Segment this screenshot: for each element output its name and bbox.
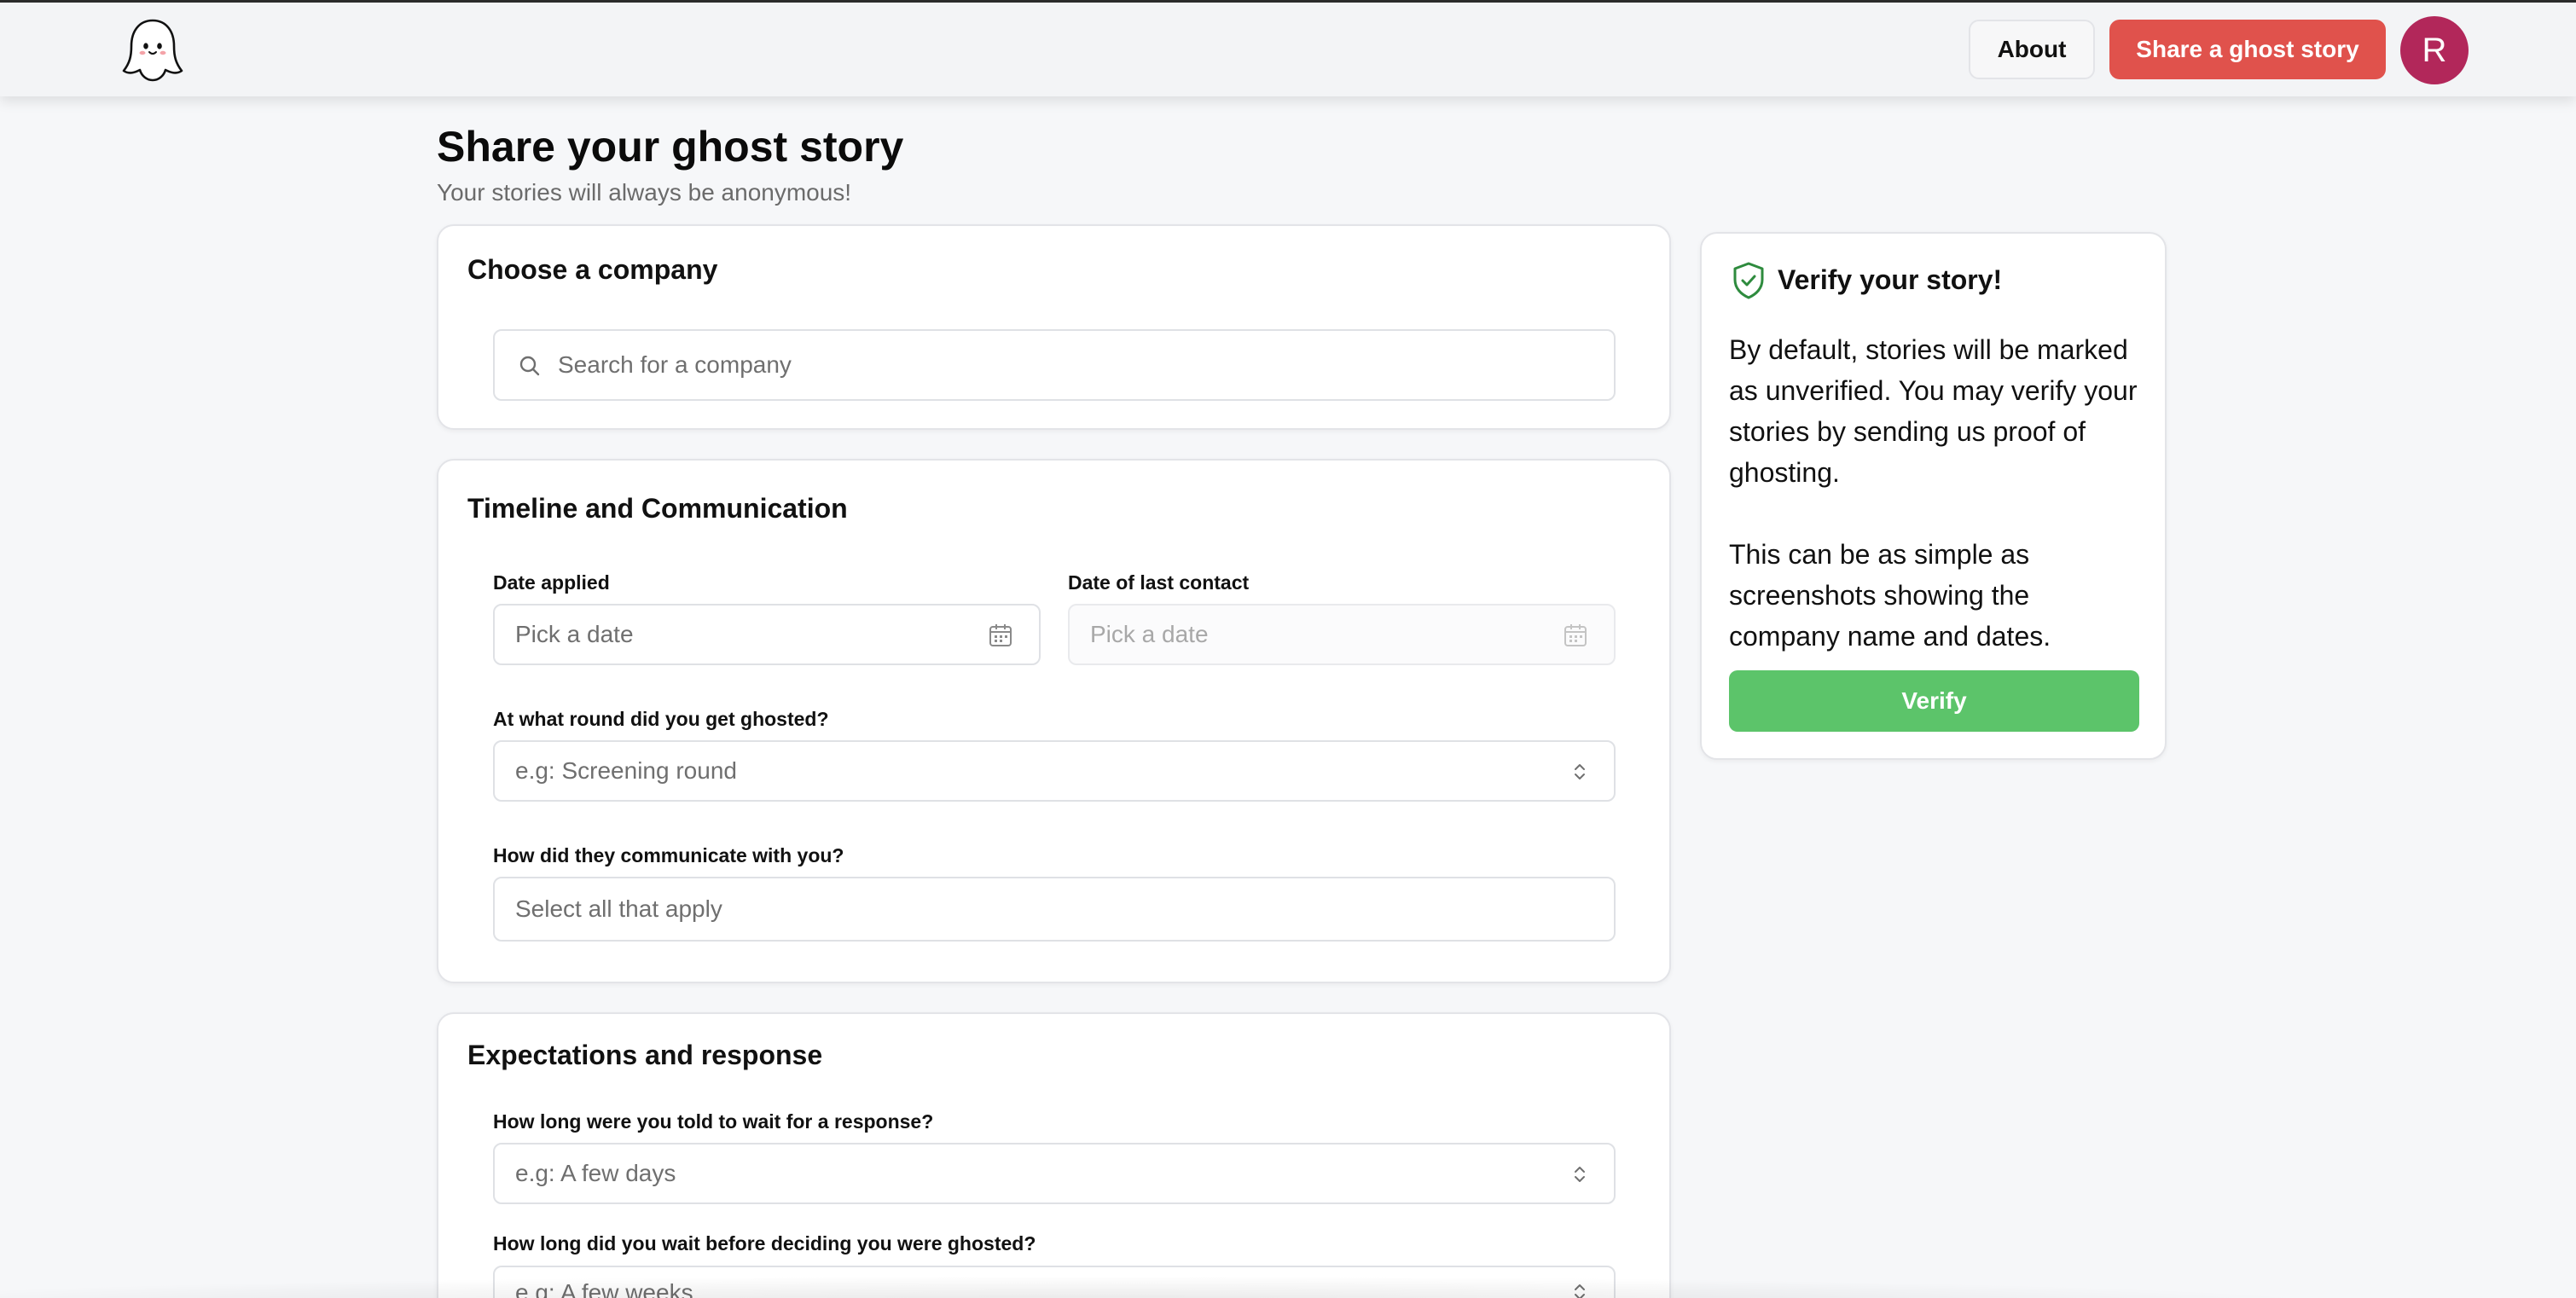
wait-actual-label: How long did you wait before deciding yo… bbox=[493, 1232, 1036, 1255]
wait-told-placeholder: e.g: A few days bbox=[515, 1160, 676, 1186]
chevron-up-down-icon bbox=[1573, 761, 1587, 787]
ghosted-round-label: At what round did you get ghosted? bbox=[493, 708, 829, 730]
verify-card: Verify your story! By default, stories w… bbox=[1700, 232, 2167, 760]
chevron-up-down-icon bbox=[1573, 1281, 1587, 1298]
timeline-card: Timeline and Communication Date applied … bbox=[437, 459, 1671, 983]
page-title: Share your ghost story bbox=[437, 123, 904, 171]
date-applied-label: Date applied bbox=[493, 571, 610, 594]
top-nav: About Share a ghost story R bbox=[0, 3, 2576, 96]
wait-actual-placeholder: e.g: A few weeks bbox=[515, 1279, 693, 1298]
share-ghost-story-button[interactable]: Share a ghost story bbox=[2109, 20, 2386, 79]
ghosted-round-placeholder: e.g: Screening round bbox=[515, 757, 737, 784]
expectations-card: Expectations and response How long were … bbox=[437, 1012, 1671, 1298]
calendar-icon bbox=[1563, 623, 1588, 652]
calendar-icon bbox=[988, 623, 1013, 652]
ghost-icon[interactable] bbox=[121, 18, 184, 84]
about-button[interactable]: About bbox=[1969, 20, 2095, 79]
verify-paragraph-2: This can be as simple as screenshots sho… bbox=[1729, 539, 2051, 652]
company-search-placeholder: Search for a company bbox=[558, 351, 792, 378]
page-subtitle: Your stories will always be anonymous! bbox=[437, 179, 852, 206]
last-contact-picker[interactable]: Pick a date bbox=[1068, 604, 1616, 665]
search-icon bbox=[519, 355, 541, 381]
avatar[interactable]: R bbox=[2400, 16, 2469, 84]
last-contact-placeholder: Pick a date bbox=[1090, 621, 1209, 647]
timeline-card-title: Timeline and Communication bbox=[467, 493, 848, 524]
communication-multiselect[interactable]: Select all that apply bbox=[493, 877, 1616, 942]
expectations-card-title: Expectations and response bbox=[467, 1040, 823, 1070]
chevron-up-down-icon bbox=[1573, 1163, 1587, 1190]
date-applied-picker[interactable]: Pick a date bbox=[493, 604, 1041, 665]
company-card-title: Choose a company bbox=[467, 254, 718, 285]
communication-label: How did they communicate with you? bbox=[493, 844, 844, 866]
verify-button[interactable]: Verify bbox=[1729, 670, 2139, 732]
company-search-input[interactable]: Search for a company bbox=[493, 329, 1616, 401]
verify-title: Verify your story! bbox=[1778, 264, 2003, 295]
wait-told-label: How long were you told to wait for a res… bbox=[493, 1110, 934, 1133]
verify-paragraph-1: By default, stories will be marked as un… bbox=[1729, 334, 2138, 488]
shield-check-icon bbox=[1731, 261, 1767, 304]
last-contact-label: Date of last contact bbox=[1068, 571, 1250, 594]
wait-actual-select[interactable]: e.g: A few weeks bbox=[493, 1266, 1616, 1298]
company-card: Choose a company Search for a company bbox=[437, 224, 1671, 430]
date-applied-placeholder: Pick a date bbox=[515, 621, 634, 647]
wait-told-select[interactable]: e.g: A few days bbox=[493, 1143, 1616, 1204]
communication-placeholder: Select all that apply bbox=[515, 895, 722, 922]
ghosted-round-select[interactable]: e.g: Screening round bbox=[493, 740, 1616, 802]
